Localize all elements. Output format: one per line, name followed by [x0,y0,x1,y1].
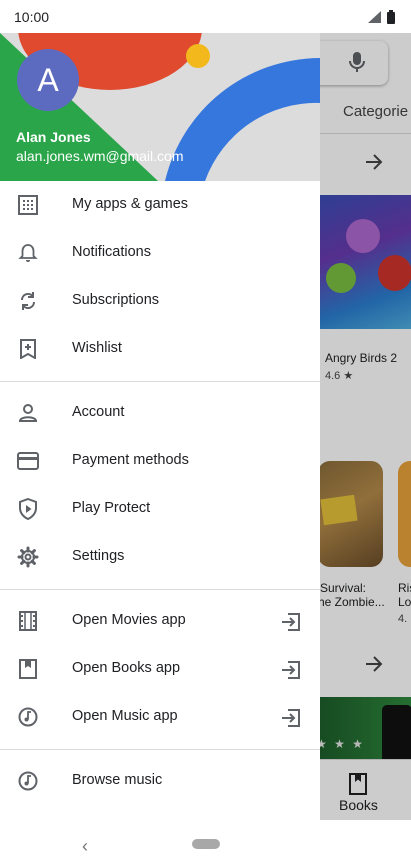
menu-item-label: Account [72,404,125,420]
menu-item-wishlist[interactable]: Wishlist [0,325,320,373]
open-external-icon [282,661,300,679]
open-external-icon [282,613,300,631]
menu-item-account[interactable]: Account [0,389,320,437]
credit-card-icon [17,450,39,472]
menu-item-label: Wishlist [72,340,122,356]
signal-icon [368,11,381,23]
battery-icon [387,10,395,24]
drawer-header: A Alan Jones alan.jones.wm@gmail.com [0,33,320,181]
menu-item-subscriptions[interactable]: Subscriptions [0,277,320,325]
open-external-icon [282,709,300,727]
menu-item-payment-methods[interactable]: Payment methods [0,437,320,485]
menu-item-open-music-app[interactable]: Open Music app [0,693,320,741]
menu-item-label: Settings [72,548,125,564]
menu-item-my-apps-games[interactable]: My apps & games [0,181,320,229]
status-bar: 10:00 [0,0,411,33]
music-note-icon [17,706,39,728]
menu-item-open-movies-app[interactable]: Open Movies app [0,597,320,645]
person-icon [17,402,39,424]
avatar[interactable]: A [17,49,79,111]
menu-item-label: Open Music app [72,708,178,724]
divider [0,373,320,389]
system-nav-bar: ‹ [0,820,411,868]
back-icon[interactable]: ‹ [82,836,88,857]
account-email[interactable]: alan.jones.wm@gmail.com [16,148,184,164]
home-pill[interactable] [192,839,220,849]
film-icon [17,610,39,632]
menu-item-browse-music[interactable]: Browse music [0,757,320,805]
navigation-drawer: A Alan Jones alan.jones.wm@gmail.com My … [0,33,320,820]
menu-item-notifications[interactable]: Notifications [0,229,320,277]
divider [0,741,320,757]
menu-item-label: Open Movies app [72,612,186,628]
status-time: 10:00 [14,9,50,25]
shield-play-icon [17,498,39,520]
menu-item-settings[interactable]: Settings [0,533,320,581]
gear-icon [17,546,39,568]
menu-item-open-books-app[interactable]: Open Books app [0,645,320,693]
drawer-menu: My apps & games Notifications Subscripti… [0,181,320,805]
bookmark-plus-icon [17,338,39,360]
refresh-icon [17,290,39,312]
apps-grid-icon [17,194,39,216]
account-name: Alan Jones [16,129,91,145]
divider [0,581,320,597]
menu-item-label: Subscriptions [72,292,160,308]
book-icon [17,658,39,680]
menu-item-play-protect[interactable]: Play Protect [0,485,320,533]
menu-item-label: My apps & games [72,196,189,212]
bell-icon [17,242,39,264]
drawer-scrim[interactable] [320,33,411,820]
menu-item-label: Play Protect [72,500,151,516]
menu-item-label: Payment methods [72,452,189,468]
music-note-icon [17,770,39,792]
menu-item-label: Notifications [72,244,151,260]
menu-item-label: Open Books app [72,660,181,676]
menu-item-label: Browse music [72,772,163,788]
